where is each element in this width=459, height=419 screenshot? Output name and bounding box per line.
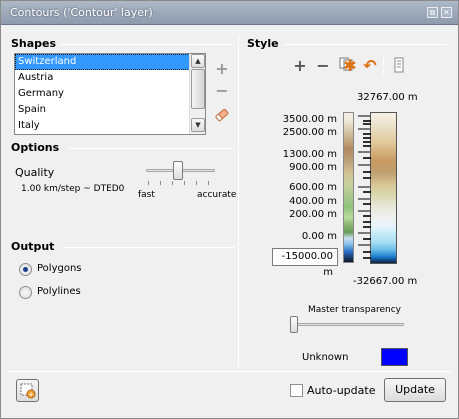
level-label: 900.00 m bbox=[289, 162, 337, 173]
panel-divider bbox=[238, 34, 239, 367]
list-item[interactable]: Spain bbox=[15, 102, 190, 118]
add-stop-icon[interactable]: + bbox=[291, 57, 309, 75]
output-divider bbox=[63, 247, 234, 248]
settings-icon[interactable] bbox=[390, 57, 408, 75]
level-label: 1300.00 m bbox=[282, 149, 337, 160]
slider-min-label: fast bbox=[138, 190, 155, 200]
restore-icon[interactable]: ⧉ bbox=[427, 7, 438, 18]
level-label: 2500.00 m bbox=[282, 127, 337, 138]
unknown-label: Unknown bbox=[302, 352, 349, 363]
window-title: Contours ('Contour' layer) bbox=[10, 6, 153, 19]
level-label: 0.00 m bbox=[301, 231, 337, 242]
transparency-slider-thumb[interactable] bbox=[290, 316, 298, 333]
level-label: 400.00 m bbox=[289, 196, 337, 207]
gradient-ticks bbox=[358, 115, 371, 259]
quality-value: 1.00 km/step ~ DTED0 bbox=[21, 184, 125, 194]
list-item[interactable]: Austria bbox=[15, 70, 190, 86]
transparency-label: Master transparency bbox=[308, 305, 401, 315]
polygons-radio[interactable] bbox=[19, 263, 32, 276]
layer-settings-button[interactable]: + bbox=[16, 379, 39, 402]
eraser-icon[interactable] bbox=[214, 107, 230, 123]
list-item[interactable]: Germany bbox=[15, 86, 190, 102]
title-bar[interactable]: Contours ('Contour' layer) ⧉ ✕ bbox=[1, 1, 458, 25]
list-scrollbar[interactable]: ▲ ▼ bbox=[189, 54, 205, 134]
options-divider bbox=[69, 148, 234, 149]
unknown-color-swatch[interactable] bbox=[381, 348, 408, 366]
slider-tick bbox=[148, 181, 149, 185]
update-button[interactable]: Update bbox=[384, 378, 446, 402]
transparency-slider-track[interactable] bbox=[290, 323, 404, 326]
slider-tick bbox=[184, 181, 185, 185]
radio-dot bbox=[23, 267, 28, 272]
remove-icon[interactable]: − bbox=[214, 83, 230, 99]
slider-tick bbox=[208, 181, 209, 185]
close-icon[interactable]: ✕ bbox=[441, 7, 452, 18]
level-label: 600.00 m bbox=[289, 182, 337, 193]
autoupdate-label[interactable]: Auto-update bbox=[307, 384, 375, 397]
scroll-thumb[interactable] bbox=[191, 69, 205, 109]
style-heading: Style bbox=[247, 37, 279, 50]
list-item[interactable]: Italy bbox=[15, 118, 190, 134]
footer-divider bbox=[7, 371, 451, 372]
polylines-label[interactable]: Polylines bbox=[37, 286, 81, 297]
scroll-up-icon[interactable]: ▲ bbox=[191, 54, 205, 68]
autoupdate-checkbox[interactable] bbox=[290, 384, 303, 397]
max-value-label: 32767.00 m bbox=[357, 92, 418, 103]
undo-icon[interactable]: ↶ bbox=[361, 57, 379, 75]
color-gradient-bar bbox=[370, 112, 397, 264]
shapes-heading: Shapes bbox=[11, 37, 57, 50]
slider-tick bbox=[196, 181, 197, 185]
output-heading: Output bbox=[11, 240, 55, 253]
slider-tick bbox=[160, 181, 161, 185]
level-value-input[interactable]: -15000.00 m bbox=[272, 248, 338, 278]
polygons-label[interactable]: Polygons bbox=[37, 263, 82, 274]
min-value-label: -32667.00 m bbox=[353, 276, 418, 287]
scroll-down-icon[interactable]: ▼ bbox=[191, 118, 205, 132]
quality-slider-thumb[interactable] bbox=[172, 161, 183, 180]
level-label: 200.00 m bbox=[289, 209, 337, 220]
svg-text:+: + bbox=[28, 391, 34, 399]
layer-settings-icon: + bbox=[20, 383, 36, 399]
shapes-list[interactable]: Switzerland Austria Germany Spain Italy … bbox=[14, 53, 206, 135]
add-icon[interactable]: + bbox=[214, 61, 230, 77]
star-icon[interactable]: ✱ bbox=[341, 57, 359, 75]
remove-stop-icon[interactable]: − bbox=[314, 57, 332, 75]
contours-dialog: Contours ('Contour' layer) ⧉ ✕ Shapes Sw… bbox=[0, 0, 459, 419]
list-item[interactable]: Switzerland bbox=[15, 54, 190, 70]
quality-label: Quality bbox=[15, 166, 55, 179]
toolbar-separator bbox=[383, 58, 384, 74]
options-heading: Options bbox=[11, 141, 60, 154]
settings-icon-graphic bbox=[394, 57, 404, 73]
level-label: 3500.00 m bbox=[282, 114, 337, 125]
slider-tick bbox=[172, 181, 173, 185]
color-scale-swatches bbox=[343, 112, 354, 263]
slider-max-label: accurate bbox=[197, 190, 237, 200]
polylines-radio[interactable] bbox=[19, 286, 32, 299]
style-divider bbox=[283, 44, 447, 45]
eraser-icon-graphic bbox=[215, 108, 229, 122]
shapes-divider bbox=[59, 44, 234, 45]
